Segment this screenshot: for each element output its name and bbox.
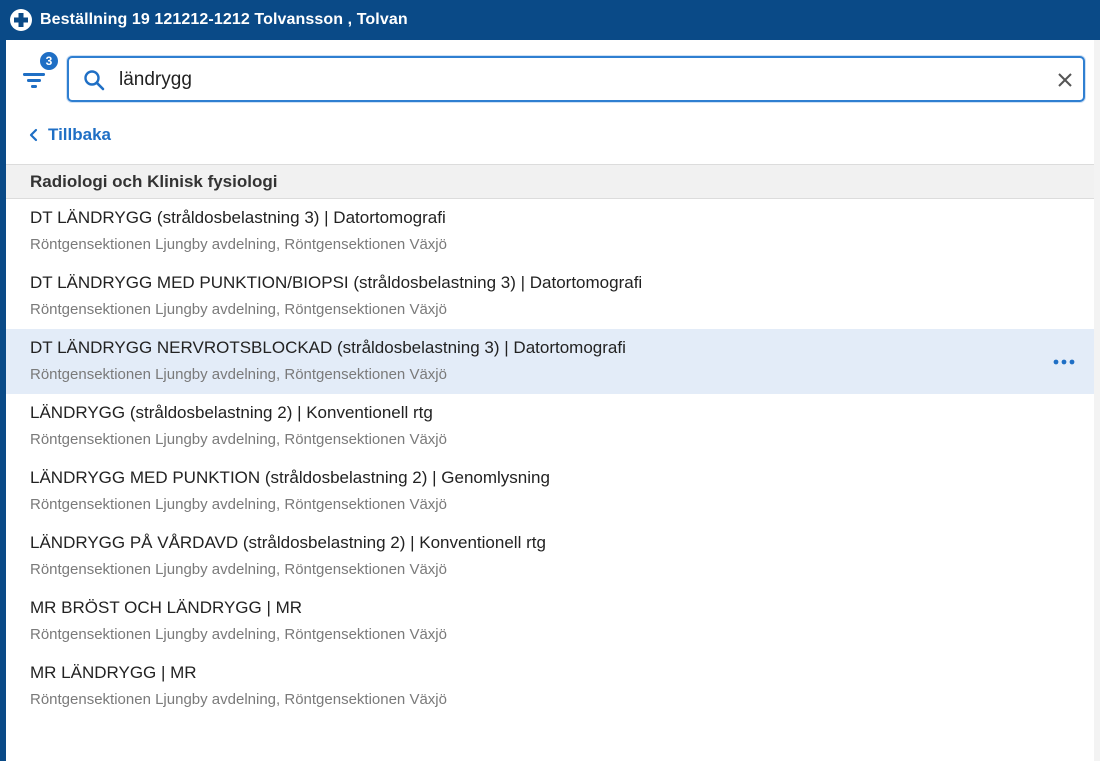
result-title: DT LÄNDRYGG MED PUNKTION/BIOPSI (stråldo… — [30, 273, 643, 292]
result-item[interactable]: DT LÄNDRYGG MED PUNKTION/BIOPSI (stråldo… — [6, 264, 1094, 329]
result-title: DT LÄNDRYGG (stråldosbelastning 3) | Dat… — [30, 208, 446, 227]
back-link-label: Tillbaka — [48, 125, 111, 144]
result-subtitle: Röntgensektionen Ljungby avdelning, Rönt… — [30, 301, 447, 318]
more-horizontal-icon[interactable] — [1052, 354, 1076, 365]
result-item[interactable]: MR LÄNDRYGG | MR Röntgensektionen Ljungb… — [6, 654, 1094, 719]
search-input[interactable] — [119, 66, 1039, 94]
window-title: Beställning 19 121212-1212 Tolvansson , … — [40, 11, 408, 28]
search-field[interactable] — [67, 56, 1085, 102]
filter-icon — [20, 73, 50, 98]
result-item[interactable]: LÄNDRYGG PÅ VÅRDAVD (stråldosbelastning … — [6, 524, 1094, 589]
result-title: MR BRÖST OCH LÄNDRYGG | MR — [30, 598, 303, 617]
result-title: LÄNDRYGG (stråldosbelastning 2) | Konven… — [30, 403, 433, 422]
result-item-selected[interactable]: DT LÄNDRYGG NERVROTSBLOCKAD (stråldosbel… — [6, 329, 1094, 394]
group-header: Radiologi och Klinisk fysiologi — [6, 164, 1094, 199]
group-header-label: Radiologi och Klinisk fysiologi — [30, 171, 278, 191]
result-title: DT LÄNDRYGG NERVROTSBLOCKAD (stråldosbel… — [30, 338, 626, 357]
result-subtitle: Röntgensektionen Ljungby avdelning, Rönt… — [30, 561, 447, 578]
result-subtitle: Röntgensektionen Ljungby avdelning, Rönt… — [30, 626, 447, 643]
result-subtitle: Röntgensektionen Ljungby avdelning, Rönt… — [30, 236, 447, 253]
result-subtitle: Röntgensektionen Ljungby avdelning, Rönt… — [30, 431, 447, 448]
result-item[interactable]: DT LÄNDRYGG (stråldosbelastning 3) | Dat… — [6, 199, 1094, 264]
result-item[interactable]: MR BRÖST OCH LÄNDRYGG | MR Röntgensektio… — [6, 589, 1094, 654]
result-title: LÄNDRYGG PÅ VÅRDAVD (stråldosbelastning … — [30, 533, 546, 552]
results-list: DT LÄNDRYGG (stråldosbelastning 3) | Dat… — [6, 199, 1094, 719]
close-icon[interactable] — [1056, 71, 1074, 89]
result-title: LÄNDRYGG MED PUNKTION (stråldosbelastnin… — [30, 468, 550, 487]
main-content: 3 Tillbaka Radiologi och Klinisk fysiolo… — [6, 40, 1094, 761]
result-item[interactable]: LÄNDRYGG MED PUNKTION (stråldosbelastnin… — [6, 459, 1094, 524]
filter-count-badge: 3 — [38, 50, 60, 72]
result-title: MR LÄNDRYGG | MR — [30, 663, 197, 682]
medical-cross-icon — [9, 8, 33, 32]
window-titlebar: Beställning 19 121212-1212 Tolvansson , … — [0, 0, 1100, 40]
back-link[interactable]: Tillbaka — [28, 123, 111, 147]
result-subtitle: Röntgensektionen Ljungby avdelning, Rönt… — [30, 691, 447, 708]
result-subtitle: Röntgensektionen Ljungby avdelning, Rönt… — [30, 496, 447, 513]
result-item[interactable]: LÄNDRYGG (stråldosbelastning 2) | Konven… — [6, 394, 1094, 459]
search-icon — [83, 69, 105, 91]
scrollbar-track[interactable] — [1094, 40, 1100, 761]
result-subtitle: Röntgensektionen Ljungby avdelning, Rönt… — [30, 366, 447, 383]
chevron-left-icon — [28, 128, 40, 142]
